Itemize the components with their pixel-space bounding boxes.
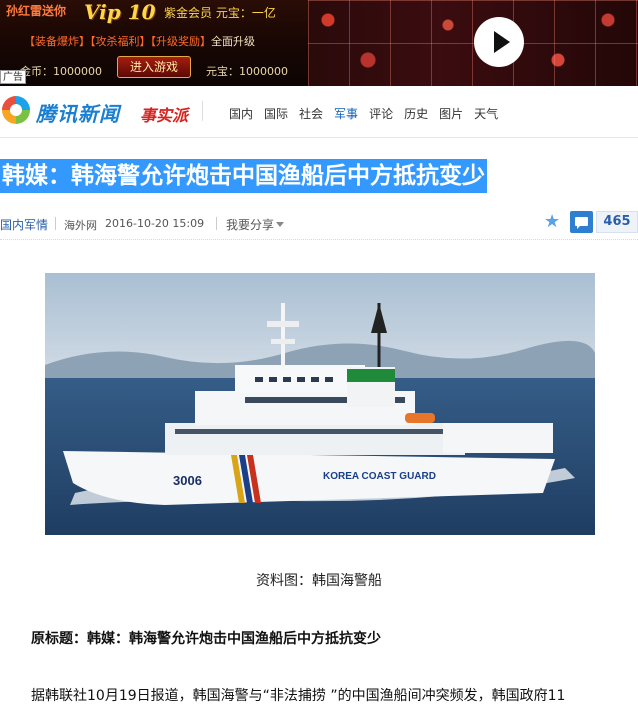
header-divider [202,101,203,121]
ad-vip-text: Vip 10 [84,0,156,24]
nav-item-lishi[interactable]: 历史 [404,105,428,122]
coast-guard-ship-illustration: 3006 KOREA COAST GUARD [45,273,595,535]
brand-logo-text[interactable]: 事实派 [140,102,188,126]
ad-headline: 孙红雷送你 [6,2,66,19]
category-link[interactable]: 国内军情 [0,216,48,233]
site-header: 腾讯新闻 事实派 国内 国际 社会 军事 评论 历史 图片 天气 [0,86,638,138]
article-meta: 国内军情 海外网 2016-10-20 15:09 我要分享 ★ 465 [0,208,638,240]
article-time: 2016-10-20 15:09 [105,217,205,230]
article-source: 海外网 [64,219,97,232]
ad-headline-text: 孙红雷送你 [6,4,67,18]
chevron-down-icon[interactable] [276,222,284,227]
ad-feature: 【攻杀福利】 [90,35,151,48]
nav-item-tupian[interactable]: 图片 [439,105,463,122]
nav-item-pinglun[interactable]: 评论 [369,105,393,122]
site-logo-text[interactable]: 腾讯新闻 [36,98,120,127]
ad-jewelry-grid [308,0,638,86]
article-image: 3006 KOREA COAST GUARD [45,273,595,535]
original-title: 原标题：韩媒：韩海警允许炮击中国渔船后中方抵抗变少 [31,631,381,647]
star-icon[interactable]: ★ [544,211,560,232]
article-title: 韩媒：韩海警允许炮击中国渔船后中方抵抗变少 [0,159,487,193]
play-icon[interactable] [474,17,524,67]
nav-item-shehui[interactable]: 社会 [299,105,323,122]
nav-item-guonei[interactable]: 国内 [229,105,253,122]
ad-game-panel[interactable]: 孙红雷送你 Vip 10 紫金会员 元宝：一亿 【装备爆炸】【攻杀福利】【升级奖… [0,0,308,86]
ad-video[interactable] [308,0,638,86]
nav-item-guoji[interactable]: 国际 [264,105,288,122]
ad-vip-desc: 紫金会员 元宝：一亿 [164,6,276,20]
meta-divider [216,217,217,230]
meta-divider [55,217,56,230]
hull-number: 3006 [173,473,202,488]
ad-features: 【装备爆炸】【攻杀福利】【升级奖励】全面升级 [24,33,255,49]
ad-gold: 金币：1000000 [20,65,102,78]
image-caption: 资料图：韩国海警船 [256,573,382,589]
comment-icon[interactable] [570,211,593,233]
ad-label: 广告 [0,70,26,84]
hull-name: KOREA COAST GUARD [323,471,436,482]
ad-feature: 全面升级 [211,35,255,48]
nav-item-tianqi[interactable]: 天气 [474,105,498,122]
main-nav: 国内 国际 社会 军事 评论 历史 图片 天气 [229,105,509,122]
share-button[interactable]: 我要分享 [226,216,274,233]
comment-count[interactable]: 465 [596,211,638,233]
tencent-news-logo-icon[interactable] [2,96,30,124]
nav-item-junshi[interactable]: 军事 [334,105,358,122]
enter-game-button[interactable]: 进入游戏 [117,56,191,78]
ad-yuanbao: 元宝：1000000 [206,65,288,78]
ad-feature: 【装备爆炸】 [24,35,90,48]
article-paragraph: 据韩联社10月19日报道，韩国海警与“非法捕捞 ”的中国渔船间冲突频发，韩国政府… [31,688,566,704]
ad-feature: 【升级奖励】 [150,35,212,48]
ad-banner[interactable]: 孙红雷送你 Vip 10 紫金会员 元宝：一亿 【装备爆炸】【攻杀福利】【升级奖… [0,0,638,86]
